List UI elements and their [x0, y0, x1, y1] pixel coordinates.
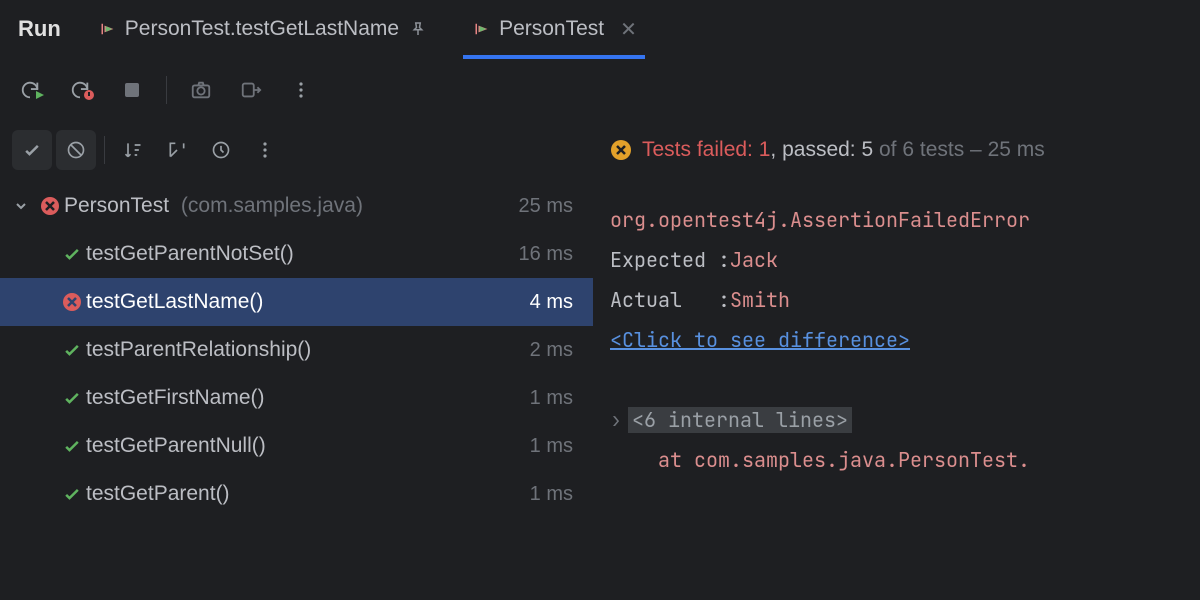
test-row[interactable]: testGetFirstName() 1 ms: [0, 374, 593, 422]
actual-value: Smith: [730, 287, 790, 313]
show-ignored-toggle[interactable]: [56, 130, 96, 170]
exit-button[interactable]: [231, 70, 271, 110]
run-tool-window-label: Run: [18, 16, 61, 42]
run-tab-bar: Run PersonTest.testGetLastName PersonTes…: [0, 0, 1200, 58]
more-filters-button[interactable]: [245, 130, 285, 170]
expand-all-button[interactable]: [157, 130, 197, 170]
suite-package: (com.samples.java): [181, 194, 363, 217]
tab-run-config-1[interactable]: PersonTest ✕: [463, 0, 645, 58]
error-class: org.opentest4j.AssertionFailedError: [610, 207, 1030, 233]
test-duration: 2 ms: [530, 339, 573, 362]
sort-button[interactable]: [113, 130, 153, 170]
more-actions-button[interactable]: [281, 70, 321, 110]
fail-icon: [58, 292, 86, 312]
separator: [166, 76, 167, 104]
failed-label: Tests failed:: [642, 138, 759, 161]
history-button[interactable]: [201, 130, 241, 170]
test-duration: 4 ms: [530, 291, 573, 314]
pass-icon: [58, 388, 86, 408]
expected-label: Expected :: [610, 247, 730, 273]
screenshot-button[interactable]: [181, 70, 221, 110]
failed-count: 1: [759, 138, 771, 161]
test-summary: Tests failed: 1, passed: 5 of 6 tests – …: [594, 122, 1200, 178]
pin-icon[interactable]: [409, 20, 427, 38]
test-duration: 16 ms: [519, 243, 573, 266]
test-row[interactable]: testGetParentNotSet() 16 ms: [0, 230, 593, 278]
show-passed-toggle[interactable]: [12, 130, 52, 170]
chevron-down-icon[interactable]: [14, 199, 36, 213]
test-tree-panel: PersonTest (com.samples.java) 25 ms test…: [0, 122, 594, 600]
separator: [104, 136, 105, 164]
see-difference-link[interactable]: <Click to see difference>: [610, 327, 910, 353]
test-tree[interactable]: PersonTest (com.samples.java) 25 ms test…: [0, 178, 593, 600]
test-row[interactable]: testGetParent() 1 ms: [0, 470, 593, 518]
fail-icon: [36, 196, 64, 216]
passed-count: 5: [861, 138, 873, 161]
rerun-button[interactable]: [12, 70, 52, 110]
pass-icon: [58, 436, 86, 456]
run-toolbar: [0, 58, 1200, 122]
test-name: testParentRelationship(): [86, 338, 530, 362]
run-config-icon: [97, 20, 115, 38]
actual-label: Actual :: [610, 287, 730, 313]
test-suite-row[interactable]: PersonTest (com.samples.java) 25 ms: [0, 182, 593, 230]
pass-icon: [58, 484, 86, 504]
test-filter-bar: [0, 122, 593, 178]
passed-label: , passed:: [770, 138, 861, 161]
test-duration: 1 ms: [530, 387, 573, 410]
test-row[interactable]: testGetLastName() 4 ms: [0, 278, 593, 326]
test-name: testGetParentNotSet(): [86, 242, 519, 266]
close-icon[interactable]: ✕: [620, 17, 637, 42]
run-config-icon: [471, 20, 489, 38]
test-row[interactable]: testParentRelationship() 2 ms: [0, 326, 593, 374]
test-name: testGetParent(): [86, 482, 530, 506]
tab-label: PersonTest: [499, 17, 604, 41]
test-name: testGetLastName(): [86, 290, 530, 314]
expected-value: Jack: [730, 247, 778, 273]
rerun-failed-button[interactable]: [62, 70, 102, 110]
fold-toggle-icon[interactable]: ›: [610, 400, 628, 440]
folded-region[interactable]: <6 internal lines>: [628, 407, 852, 433]
console-output[interactable]: org.opentest4j.AssertionFailedError Expec…: [594, 178, 1200, 600]
suite-duration: 25 ms: [519, 195, 573, 218]
test-duration: 1 ms: [530, 483, 573, 506]
test-row[interactable]: testGetParentNull() 1 ms: [0, 422, 593, 470]
tab-label: PersonTest.testGetLastName: [125, 17, 399, 41]
warning-icon: [610, 139, 632, 161]
test-duration: 1 ms: [530, 435, 573, 458]
test-output-panel: Tests failed: 1, passed: 5 of 6 tests – …: [594, 122, 1200, 600]
test-name: testGetParentNull(): [86, 434, 530, 458]
summary-tail: of 6 tests – 25 ms: [873, 138, 1045, 161]
test-name: testGetFirstName(): [86, 386, 530, 410]
pass-icon: [58, 244, 86, 264]
stop-button[interactable]: [112, 70, 152, 110]
stack-line: at com.samples.java.PersonTest.: [658, 447, 1030, 473]
suite-name: PersonTest: [64, 194, 169, 217]
tab-run-config-0[interactable]: PersonTest.testGetLastName: [89, 0, 435, 58]
pass-icon: [58, 340, 86, 360]
